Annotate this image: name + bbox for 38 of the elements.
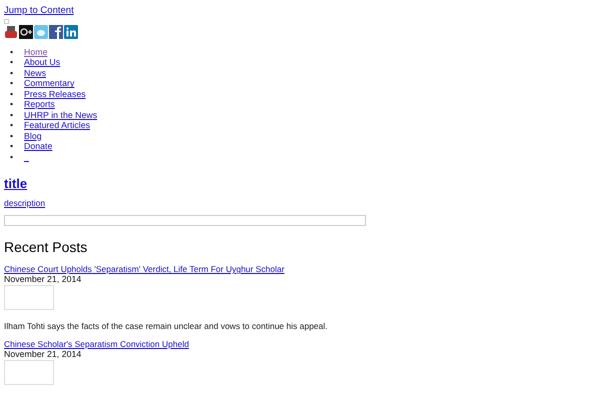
post-title-link[interactable]: Chinese Scholar's Separatism Conviction Upheld bbox=[4, 338, 189, 349]
bullet: • bbox=[10, 47, 14, 58]
bullet: • bbox=[10, 88, 14, 100]
nav-link[interactable]: Commentary bbox=[24, 78, 74, 89]
input-field[interactable] bbox=[4, 214, 366, 226]
bullet: • bbox=[10, 68, 14, 78]
bullet: • bbox=[10, 110, 14, 120]
image-placeholder bbox=[4, 360, 54, 385]
site-title-link[interactable]: title bbox=[4, 176, 28, 191]
nav-link[interactable]: News bbox=[24, 68, 46, 78]
post-excerpt: Ilham Tohti says the facts of the case remain unclear and vows to continue his appeal. bbox=[4, 320, 328, 331]
bullet: • bbox=[10, 57, 14, 68]
nav-link[interactable]: About Us bbox=[24, 57, 60, 68]
nav-link[interactable]: Featured Articles bbox=[24, 120, 90, 131]
bullet: • bbox=[10, 78, 14, 89]
nav-link[interactable]: Home bbox=[24, 47, 48, 58]
facebook-icon[interactable] bbox=[49, 25, 63, 39]
image-placeholder bbox=[4, 284, 54, 310]
bullet: • bbox=[10, 99, 14, 110]
nav-link[interactable]: Blog bbox=[24, 130, 42, 142]
nav-link[interactable]: Reports bbox=[24, 99, 55, 110]
site-description-link[interactable]: description bbox=[4, 198, 596, 208]
nav-link[interactable]: Press Releases bbox=[24, 88, 86, 100]
broken-image-icon bbox=[4, 19, 9, 24]
post-date: November 21, 2014 bbox=[4, 348, 82, 359]
linkedin-icon[interactable] bbox=[64, 25, 78, 39]
post-date: November 21, 2014 bbox=[4, 274, 82, 284]
bullet: • bbox=[10, 120, 14, 131]
nav-link[interactable]: UHRP in the News bbox=[24, 110, 98, 120]
nav-link[interactable]: _ bbox=[24, 152, 29, 162]
section-heading: Recent Posts bbox=[4, 238, 88, 255]
bullet: • bbox=[10, 130, 14, 142]
jump-to-content-link[interactable]: Jump to Content bbox=[4, 5, 74, 16]
bullet: • bbox=[10, 141, 14, 152]
post-title-link[interactable]: Chinese Court Upholds 'Separatism' Verdict, Life Term For Uyghur Scholar bbox=[4, 264, 284, 274]
google-plus-icon[interactable] bbox=[19, 25, 33, 39]
bullet: • bbox=[10, 152, 14, 162]
nav-link[interactable]: Donate bbox=[24, 141, 52, 152]
